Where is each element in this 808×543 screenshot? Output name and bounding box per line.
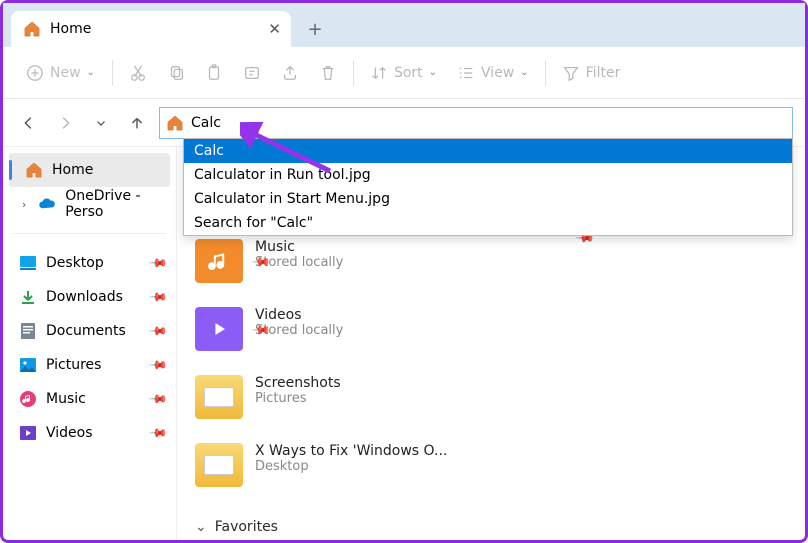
folder-item[interactable]: Screenshots Pictures (195, 375, 475, 419)
share-button[interactable] (273, 56, 307, 90)
item-name: X Ways to Fix 'Windows O... (255, 443, 447, 459)
sidebar-item-music[interactable]: Music 📌 (3, 382, 176, 416)
forward-button[interactable] (51, 109, 79, 137)
item-sub: Desktop (255, 459, 447, 474)
chevron-down-icon: ⌄ (195, 519, 207, 535)
new-label: New (50, 65, 81, 81)
folder-item[interactable]: 📌 Videos Stored locally (195, 307, 475, 351)
sidebar-label: Pictures (46, 357, 101, 373)
close-tab-icon[interactable]: ✕ (268, 20, 281, 38)
videos-folder-icon: 📌 (195, 307, 243, 351)
filter-label: Filter (586, 65, 621, 81)
folder-item[interactable]: X Ways to Fix 'Windows O... Desktop (195, 443, 475, 487)
folder-icon (195, 443, 243, 487)
toolbar: New ⌄ Sort ⌄ View ⌄ Filter (3, 47, 805, 99)
sidebar-label: Music (46, 391, 86, 407)
music-icon (19, 390, 37, 408)
sidebar-label: Desktop (46, 255, 104, 271)
folder-item[interactable]: 📌 Music Stored locally (195, 239, 475, 283)
home-icon (23, 20, 41, 38)
divider (112, 60, 113, 86)
tab-title: Home (50, 21, 91, 37)
nav-row: Calc Calculator in Run tool.jpg Calculat… (3, 99, 805, 147)
sidebar-label: Downloads (46, 289, 123, 305)
documents-icon (19, 322, 37, 340)
suggestion-item[interactable]: Search for "Calc" (184, 211, 792, 235)
filter-button[interactable]: Filter (554, 56, 629, 90)
tab-strip: Home ✕ + (3, 3, 805, 47)
item-name: Screenshots (255, 375, 341, 391)
item-sub: Pictures (255, 391, 341, 406)
delete-button[interactable] (311, 56, 345, 90)
chevron-down-icon: ⌄ (520, 67, 528, 78)
sidebar-item-downloads[interactable]: Downloads 📌 (3, 280, 176, 314)
paste-button[interactable] (197, 56, 231, 90)
suggestion-item[interactable]: Calc (184, 139, 792, 163)
pin-icon: 📌 (148, 253, 168, 273)
sidebar-item-onedrive[interactable]: › OneDrive - Perso (3, 187, 176, 221)
suggestion-item[interactable]: Calculator in Start Menu.jpg (184, 187, 792, 211)
tab-home[interactable]: Home ✕ (11, 11, 291, 47)
pin-icon: 📌 (148, 355, 168, 375)
sidebar-label: Documents (46, 323, 126, 339)
favorites-label: Favorites (215, 519, 278, 535)
music-folder-icon: 📌 (195, 239, 243, 283)
videos-icon (19, 424, 37, 442)
up-button[interactable] (123, 109, 151, 137)
sidebar-label: Home (52, 162, 93, 178)
new-button[interactable]: New ⌄ (17, 56, 104, 90)
sidebar-item-desktop[interactable]: Desktop 📌 (3, 246, 176, 280)
divider (545, 60, 546, 86)
expand-icon[interactable]: › (19, 198, 29, 211)
chevron-down-icon: ⌄ (87, 67, 95, 78)
suggestion-item[interactable]: Calculator in Run tool.jpg (184, 163, 792, 187)
item-name: Videos (255, 307, 343, 323)
desktop-icon (19, 254, 37, 272)
sidebar-item-pictures[interactable]: Pictures 📌 (3, 348, 176, 382)
pin-icon: 📌 (148, 423, 168, 443)
sort-button[interactable]: Sort ⌄ (362, 56, 445, 90)
onedrive-icon (38, 195, 56, 213)
downloads-icon (19, 288, 37, 306)
sidebar-label: Videos (46, 425, 93, 441)
address-suggestions: Calc Calculator in Run tool.jpg Calculat… (183, 138, 793, 236)
item-name: Music (255, 239, 343, 255)
sidebar-item-videos[interactable]: Videos 📌 (3, 416, 176, 450)
pictures-icon (19, 356, 37, 374)
sidebar: Home › OneDrive - Perso Desktop 📌 Downlo… (3, 147, 177, 540)
copy-button[interactable] (159, 56, 193, 90)
pin-icon: 📌 (148, 287, 168, 307)
pin-icon: 📌 (148, 321, 168, 341)
new-tab-button[interactable]: + (297, 11, 333, 47)
address-bar[interactable]: Calc Calculator in Run tool.jpg Calculat… (159, 107, 793, 139)
view-button[interactable]: View ⌄ (449, 56, 537, 90)
cut-button[interactable] (121, 56, 155, 90)
sidebar-item-documents[interactable]: Documents 📌 (3, 314, 176, 348)
chevron-down-icon: ⌄ (429, 67, 437, 78)
favorites-section[interactable]: ⌄ Favorites (195, 519, 787, 535)
address-input[interactable] (191, 115, 786, 131)
home-icon (166, 114, 184, 132)
sidebar-item-home[interactable]: Home (9, 153, 170, 187)
recent-button[interactable] (87, 109, 115, 137)
folder-icon (195, 375, 243, 419)
pin-icon: 📌 (148, 389, 168, 409)
view-label: View (481, 65, 514, 81)
divider (353, 60, 354, 86)
sidebar-label: OneDrive - Perso (65, 188, 166, 220)
home-icon (25, 161, 43, 179)
folder-grid: 📌 Music Stored locally 📌 Videos Stored l… (195, 239, 787, 487)
sort-label: Sort (394, 65, 423, 81)
back-button[interactable] (15, 109, 43, 137)
rename-button[interactable] (235, 56, 269, 90)
